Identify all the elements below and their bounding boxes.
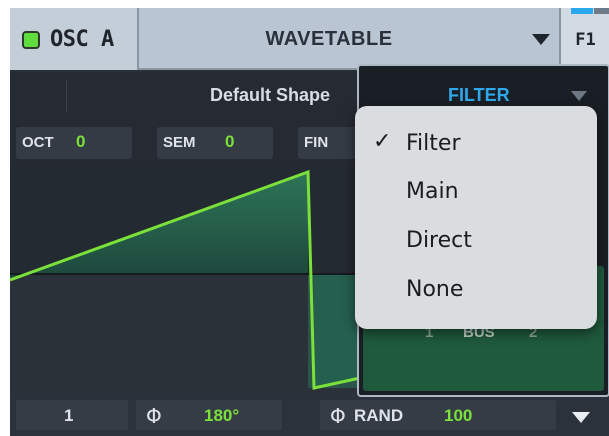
menu-item-label: None <box>406 277 464 302</box>
phase-random-field[interactable]: Φ RAND 100 <box>320 400 556 430</box>
menu-item-main[interactable]: Main <box>355 167 597 213</box>
osc-a-toggle[interactable]: OSC A <box>10 8 139 70</box>
osc-title: OSC A <box>50 27 114 52</box>
menu-item-label: Filter <box>406 131 461 156</box>
tab-active-indicator <box>571 8 593 14</box>
menu-item-label: Main <box>406 179 459 204</box>
tab-f1[interactable]: F1 <box>559 8 609 70</box>
chevron-down-icon[interactable] <box>571 91 587 101</box>
semitone-value[interactable]: 0 <box>225 132 234 152</box>
unison-value[interactable]: 1 <box>64 406 73 426</box>
shape-name[interactable]: Default Shape <box>210 85 330 106</box>
rand-value[interactable]: 100 <box>444 406 472 426</box>
tab-inactive-indicator <box>594 8 609 14</box>
divider <box>66 80 67 112</box>
bottom-controls-row: 1 Φ 180° Φ RAND 100 <box>10 394 609 436</box>
phase-field[interactable]: Φ 180° <box>136 400 282 430</box>
phase-value[interactable]: 180° <box>204 406 239 426</box>
phase-icon: Φ <box>146 404 162 428</box>
semitone-param[interactable]: SEM 0 <box>157 127 273 159</box>
octave-param[interactable]: OCT 0 <box>16 127 132 159</box>
octave-value[interactable]: 0 <box>76 132 85 152</box>
wavetable-selector[interactable]: WAVETABLE <box>139 8 559 70</box>
menu-item-label: Direct <box>406 228 472 253</box>
tab-f1-label: F1 <box>575 30 596 50</box>
waveform-graph <box>10 169 360 394</box>
unison-voices-field[interactable]: 1 <box>16 400 128 430</box>
osc-enabled-led-icon[interactable] <box>22 31 40 49</box>
waveform-display[interactable] <box>10 166 360 394</box>
filter-routing-value[interactable]: FILTER <box>448 85 510 106</box>
rand-label: RAND <box>354 406 404 425</box>
filter-routing-dropdown-menu: ✓ Filter Main Direct None <box>355 106 597 329</box>
oscillator-header: OSC A WAVETABLE F1 <box>10 8 609 70</box>
menu-item-direct[interactable]: Direct <box>355 216 597 262</box>
fine-param[interactable]: FIN <box>298 127 358 159</box>
chevron-down-icon[interactable] <box>532 34 550 45</box>
app-frame: OSC A WAVETABLE F1 Default Shape OCT 0 S… <box>0 0 609 436</box>
octave-label: OCT <box>22 134 54 151</box>
semitone-label: SEM <box>163 134 196 151</box>
checkmark-icon: ✓ <box>373 129 392 154</box>
chevron-down-icon[interactable] <box>572 412 590 423</box>
menu-item-none[interactable]: None <box>355 265 597 311</box>
fine-label: FIN <box>304 134 329 151</box>
phase-random-icon: Φ <box>330 404 346 428</box>
wavetable-name: WAVETABLE <box>265 28 393 50</box>
menu-item-filter[interactable]: ✓ Filter <box>355 119 597 165</box>
pitch-params-row: OCT 0 SEM 0 FIN <box>10 118 360 166</box>
